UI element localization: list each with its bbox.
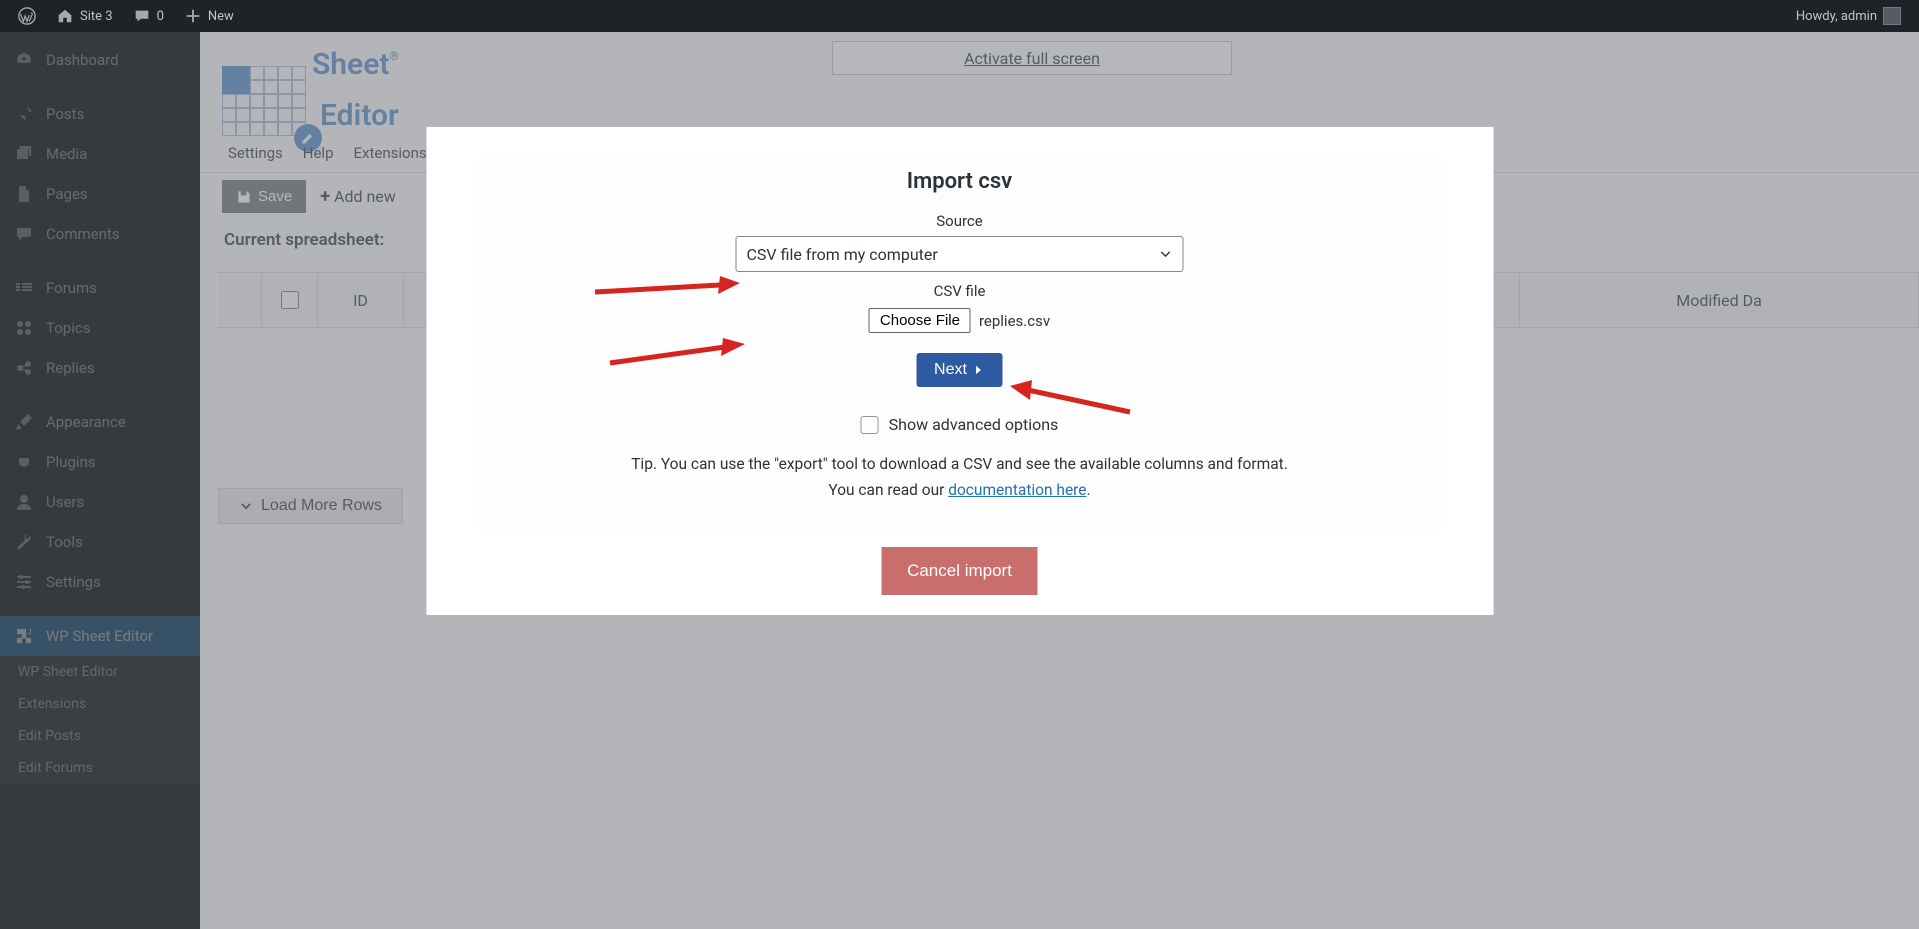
choose-file-button[interactable]: Choose File [869, 308, 971, 333]
chevron-down-icon [1159, 247, 1173, 261]
wp-logo[interactable] [8, 0, 46, 32]
comment-icon [133, 7, 151, 25]
new-link[interactable]: New [174, 0, 244, 32]
cancel-import-button[interactable]: Cancel import [881, 547, 1038, 595]
site-link[interactable]: Site 3 [46, 0, 123, 32]
next-label: Next [934, 361, 967, 379]
chevron-right-icon [973, 364, 985, 376]
advanced-checkbox[interactable] [861, 416, 879, 434]
next-button[interactable]: Next [916, 353, 1003, 387]
new-label: New [208, 9, 234, 24]
modal-title: Import csv [478, 155, 1441, 194]
documentation-link[interactable]: documentation here [948, 481, 1086, 499]
plus-icon [184, 7, 202, 25]
tip-text: Tip. You can use the "export" tool to do… [478, 452, 1441, 529]
wp-admin-bar: Site 3 0 New Howdy, admin [0, 0, 1919, 32]
source-select[interactable]: CSV file from my computer [736, 236, 1184, 272]
import-csv-modal: Import csv Source CSV file from my compu… [426, 127, 1493, 615]
advanced-label: Show advanced options [889, 415, 1059, 434]
source-value: CSV file from my computer [747, 245, 938, 264]
site-name: Site 3 [80, 9, 113, 24]
home-icon [56, 7, 74, 25]
csv-file-label: CSV file [478, 282, 1441, 300]
howdy-text: Howdy, admin [1796, 9, 1877, 24]
comments-link[interactable]: 0 [123, 0, 174, 32]
wordpress-icon [18, 7, 36, 25]
source-label: Source [478, 212, 1441, 230]
comments-count: 0 [157, 9, 164, 24]
avatar [1883, 7, 1901, 25]
selected-filename: replies.csv [979, 312, 1050, 330]
howdy-link[interactable]: Howdy, admin [1786, 0, 1911, 32]
